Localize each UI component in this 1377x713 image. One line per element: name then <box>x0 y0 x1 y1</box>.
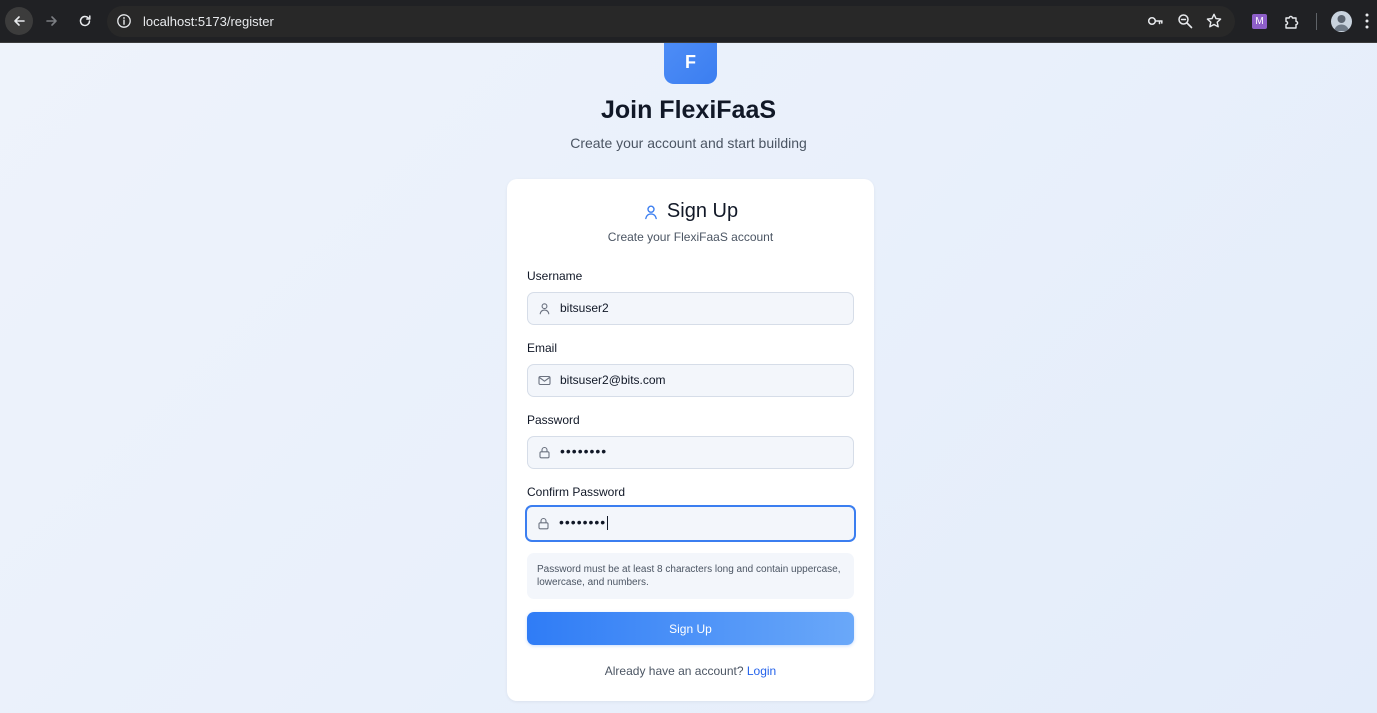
key-icon[interactable] <box>1146 12 1164 30</box>
url-text[interactable]: localhost:5173/register <box>143 14 274 29</box>
more-menu-icon[interactable] <box>1364 12 1370 30</box>
password-label: Password <box>527 413 580 427</box>
confirm-password-label: Confirm Password <box>527 485 626 499</box>
zoom-icon[interactable] <box>1176 12 1194 30</box>
email-field[interactable]: bitsuser2@bits.com <box>527 364 854 397</box>
lock-icon <box>539 446 550 459</box>
username-value: bitsuser2 <box>560 301 609 315</box>
browser-toolbar: localhost:5173/register M <box>0 0 1377 43</box>
site-info-icon[interactable] <box>116 13 132 29</box>
email-label: Email <box>527 341 558 355</box>
mail-icon <box>538 375 551 386</box>
password-hint: Password must be at least 8 characters l… <box>527 553 854 599</box>
page-title: Join FlexiFaaS <box>600 96 777 124</box>
page-viewport: F Join FlexiFaaS Create your account and… <box>0 43 1377 713</box>
confirm-password-value-wrap: •••••••• <box>559 514 609 531</box>
extension-m-icon[interactable]: M <box>1252 14 1267 29</box>
card-subtitle: Create your FlexiFaaS account <box>607 230 774 244</box>
profile-avatar[interactable] <box>1331 11 1352 32</box>
text-caret <box>607 516 609 531</box>
login-prompt: Already have an account? Login <box>507 664 874 678</box>
username-label: Username <box>527 269 583 283</box>
card-header: Sign Up <box>507 200 874 223</box>
arrow-right-icon <box>46 16 57 26</box>
username-field[interactable]: bitsuser2 <box>527 292 854 325</box>
card-title: Sign Up <box>666 200 739 222</box>
user-icon <box>645 204 657 219</box>
back-button[interactable] <box>5 7 33 35</box>
arrow-left-icon <box>14 16 25 26</box>
reload-icon <box>79 15 91 27</box>
confirm-password-value: •••••••• <box>559 514 607 530</box>
user-icon <box>539 303 550 315</box>
login-prompt-text: Already have an account? <box>604 664 744 678</box>
extensions-puzzle-icon[interactable] <box>1283 12 1301 30</box>
password-field[interactable]: •••••••• <box>527 436 854 469</box>
app-logo: F <box>664 43 717 84</box>
page-subtitle: Create your account and start building <box>570 135 807 151</box>
toolbar-divider <box>1316 13 1317 30</box>
reload-button[interactable] <box>71 7 99 35</box>
login-link[interactable]: Login <box>747 664 776 678</box>
forward-button[interactable] <box>38 7 66 35</box>
sign-up-button[interactable]: Sign Up <box>527 612 854 645</box>
lock-icon <box>538 517 549 530</box>
password-value: •••••••• <box>560 443 608 459</box>
bookmark-star-icon[interactable] <box>1205 12 1223 30</box>
signup-card: Sign Up Create your FlexiFaaS account Us… <box>507 179 874 701</box>
email-value: bitsuser2@bits.com <box>560 373 666 387</box>
address-bar[interactable]: localhost:5173/register <box>107 6 1235 37</box>
confirm-password-field[interactable]: •••••••• <box>525 505 856 542</box>
